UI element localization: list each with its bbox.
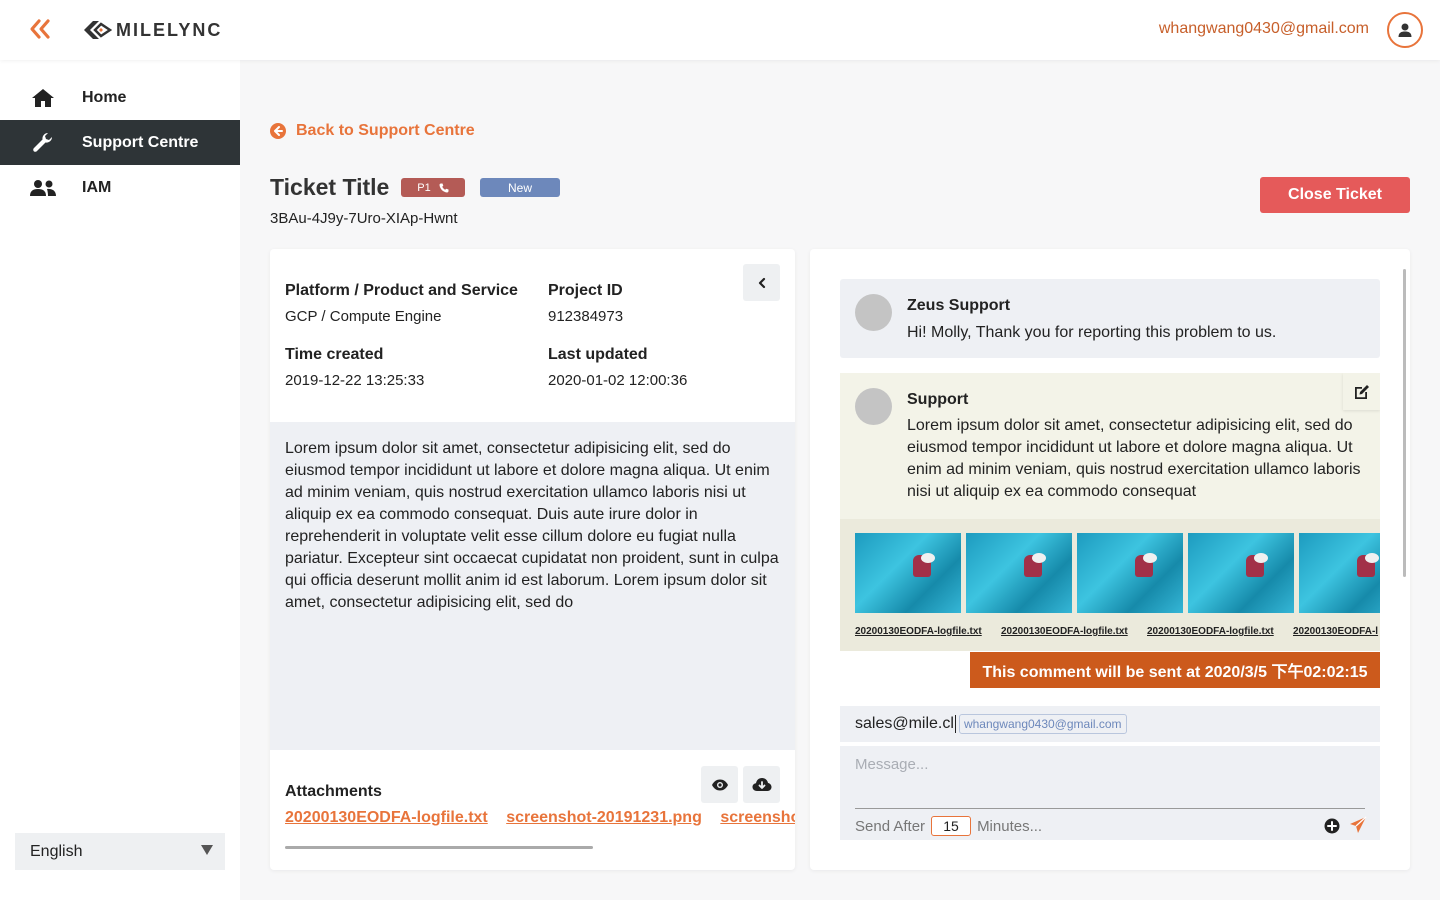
- time-created-label: Time created: [285, 346, 384, 363]
- thumbnail-caption[interactable]: 20200130EODFA-l: [1293, 626, 1378, 637]
- attachment-link[interactable]: screenshot-20191231.png: [506, 809, 702, 826]
- time-created-value: 2019-12-22 13:25:33: [285, 372, 425, 389]
- language-select[interactable]: English: [15, 833, 225, 870]
- sidebar-item-label: IAM: [82, 178, 112, 196]
- logo-mark-icon: [84, 21, 112, 39]
- back-link-label: Back to Support Centre: [296, 122, 475, 139]
- image-thumbnail[interactable]: [855, 533, 961, 613]
- attachment-thumbnails: 20200130EODFA-logfile.txt 20200130EODFA-…: [840, 519, 1380, 651]
- message-text: Lorem ipsum dolor sit amet, consectetur …: [907, 417, 1361, 500]
- brand-name: MILELYNC: [116, 19, 223, 40]
- status-badge: New: [480, 178, 560, 197]
- wrench-icon: [30, 132, 56, 154]
- project-id-label: Project ID: [548, 282, 623, 299]
- sidebar-item-iam[interactable]: IAM: [0, 165, 240, 210]
- add-circle-icon[interactable]: [1324, 818, 1340, 834]
- message-author: Support: [907, 391, 969, 408]
- top-bar: MILELYNC whangwang0430@gmail.com: [0, 0, 1440, 60]
- divider: [855, 808, 1365, 809]
- message-text: Hi! Molly, Thank you for reporting this …: [907, 324, 1277, 341]
- sidebar: Home Support Centre IAM English: [0, 60, 240, 900]
- priority-badge: P1: [401, 178, 465, 197]
- ticket-id: 3BAu-4J9y-7Uro-XIAp-Hwnt: [270, 210, 458, 227]
- collapse-sidebar-icon[interactable]: [28, 18, 56, 42]
- send-icon[interactable]: [1349, 816, 1367, 834]
- edit-message-button[interactable]: [1343, 373, 1380, 410]
- image-thumbnail[interactable]: [966, 533, 1072, 613]
- text-cursor: [954, 715, 956, 733]
- avatar: [855, 388, 892, 425]
- vertical-scrollbar[interactable]: [1403, 269, 1406, 577]
- image-thumbnail[interactable]: [1299, 533, 1380, 613]
- download-attachments-button[interactable]: [743, 766, 780, 803]
- platform-field: Platform / Product and Service GCP / Com…: [285, 282, 518, 325]
- send-after-minutes-input[interactable]: 15: [931, 816, 972, 836]
- thumbnail-caption[interactable]: 20200130EODFA-logfile.txt: [1147, 626, 1274, 637]
- user-icon: [1398, 23, 1412, 37]
- attachments-label: Attachments: [285, 783, 382, 800]
- minutes-label: Minutes...: [977, 817, 1043, 835]
- project-id-value: 912384973: [548, 308, 624, 325]
- collapse-panel-button[interactable]: [743, 264, 780, 301]
- chevron-left-icon: [758, 277, 765, 288]
- preview-attachments-button[interactable]: [701, 766, 738, 803]
- recipient-typed-text: sales@mile.cl: [855, 715, 954, 732]
- sidebar-item-label: Support Centre: [82, 133, 199, 151]
- back-to-support-link[interactable]: Back to Support Centre: [270, 122, 475, 140]
- message-author: Zeus Support: [907, 297, 1011, 314]
- attachment-link[interactable]: 20200130EODFA-logfile.txt: [285, 809, 488, 826]
- message-item: Support Lorem ipsum dolor sit amet, cons…: [840, 373, 1380, 651]
- attachment-link[interactable]: screenshot-2: [720, 809, 795, 826]
- message-item: Zeus Support Hi! Molly, Thank you for re…: [840, 279, 1380, 358]
- arrow-left-circle-icon: [270, 123, 286, 139]
- edit-icon: [1354, 384, 1369, 399]
- cloud-download-icon: [752, 777, 771, 791]
- message-input[interactable]: Message...: [855, 756, 928, 773]
- send-after-control: Send After 15 Minutes...: [855, 816, 1042, 836]
- sidebar-item-home[interactable]: Home: [0, 75, 240, 120]
- platform-value: GCP / Compute Engine: [285, 308, 442, 325]
- recipient-chip[interactable]: whangwang0430@gmail.com: [958, 714, 1127, 734]
- project-id-field: Project ID 912384973: [548, 282, 623, 325]
- time-created-field: Time created 2019-12-22 13:25:33: [285, 346, 424, 389]
- phone-icon: [439, 183, 449, 192]
- home-icon: [30, 87, 56, 109]
- image-thumbnail[interactable]: [1077, 533, 1183, 613]
- eye-icon: [711, 779, 728, 790]
- recipient-input[interactable]: sales@mile.cl whangwang0430@gmail.com: [840, 706, 1380, 742]
- last-updated-value: 2020-01-02 12:00:36: [548, 372, 688, 389]
- language-value: English: [30, 842, 83, 860]
- avatar: [855, 294, 892, 331]
- sidebar-item-label: Home: [82, 88, 127, 106]
- user-email[interactable]: whangwang0430@gmail.com: [1159, 20, 1369, 38]
- close-ticket-button[interactable]: Close Ticket: [1260, 177, 1410, 213]
- sidebar-item-support-centre[interactable]: Support Centre: [0, 120, 240, 165]
- send-after-label: Send After: [855, 817, 926, 835]
- priority-label: P1: [417, 181, 431, 194]
- last-updated-label: Last updated: [548, 346, 648, 363]
- ticket-description: Lorem ipsum dolor sit amet, consectetur …: [270, 422, 795, 750]
- conversation-panel: Zeus Support Hi! Molly, Thank you for re…: [810, 249, 1410, 870]
- scheduled-send-banner: This comment will be sent at 2020/3/5 下午…: [970, 652, 1380, 688]
- thumbnail-caption[interactable]: 20200130EODFA-logfile.txt: [855, 626, 982, 637]
- brand-logo[interactable]: MILELYNC: [82, 18, 222, 42]
- users-icon: [30, 177, 56, 199]
- message-composer[interactable]: Message... Send After 15 Minutes...: [840, 746, 1380, 840]
- ticket-details-panel: Platform / Product and Service GCP / Com…: [270, 249, 795, 870]
- caret-down-icon: [201, 845, 213, 855]
- ticket-title: Ticket Title: [270, 174, 390, 200]
- attachment-list: 20200130EODFA-logfile.txt screenshot-201…: [285, 809, 795, 827]
- thumbnail-caption[interactable]: 20200130EODFA-logfile.txt: [1001, 626, 1128, 637]
- user-avatar-button[interactable]: [1387, 12, 1423, 48]
- horizontal-scrollbar[interactable]: [285, 846, 593, 849]
- image-thumbnail[interactable]: [1188, 533, 1294, 613]
- last-updated-field: Last updated 2020-01-02 12:00:36: [548, 346, 687, 389]
- platform-label: Platform / Product and Service: [285, 282, 518, 299]
